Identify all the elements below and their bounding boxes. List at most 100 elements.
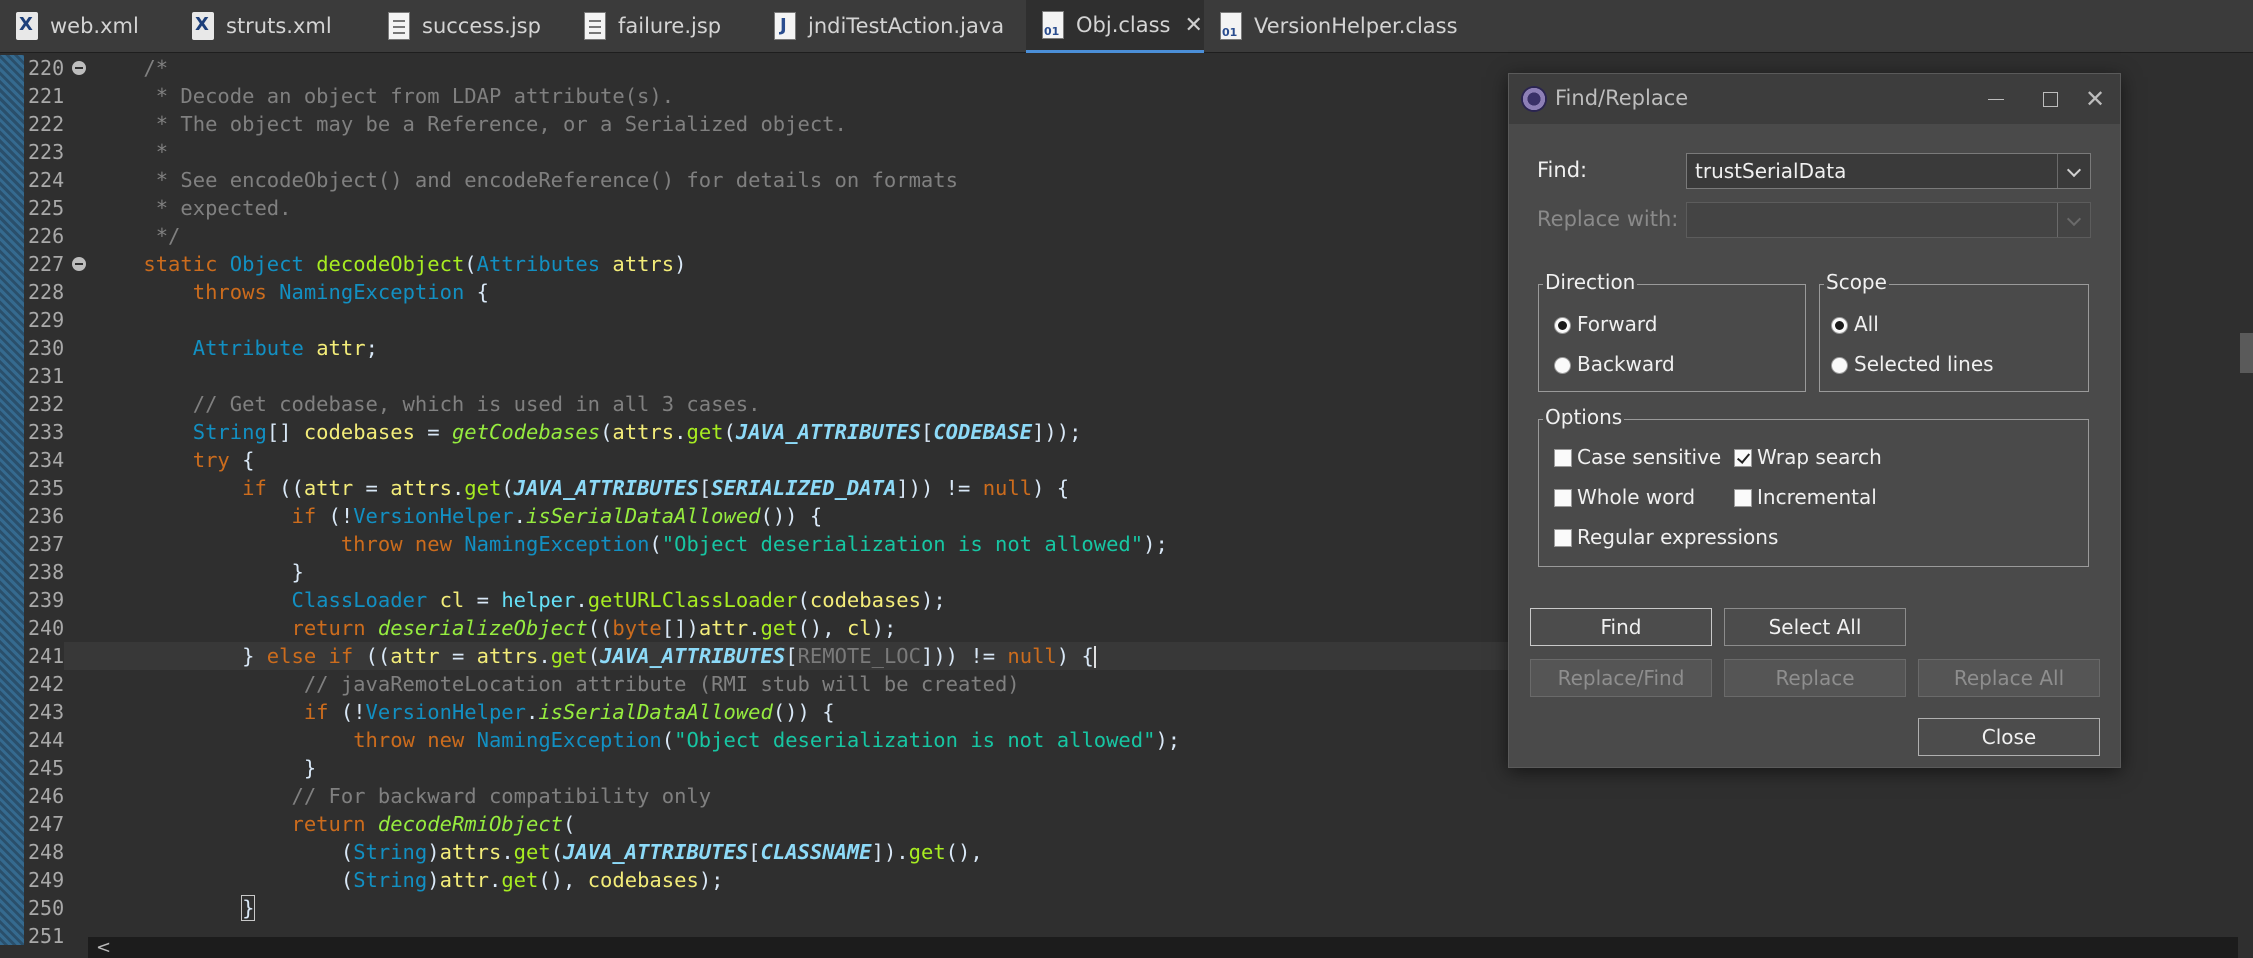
code-token: * expected. [94,196,292,220]
regex-checkbox[interactable] [1554,529,1572,547]
tab-web-xml[interactable]: web.xml [0,0,176,52]
replace-button[interactable]: Replace [1724,659,1906,697]
code-token: ()) { [760,504,823,528]
code-token: = [414,420,452,444]
minimize-icon[interactable] [1975,82,2015,116]
whole-word-checkbox[interactable] [1554,489,1572,507]
code-token: JAVA_ATTRIBUTES [513,476,699,500]
code-token: */ [94,224,181,248]
code-token: } [241,895,256,921]
forward-label[interactable]: Forward [1577,312,1657,336]
tab-success-jsp[interactable]: success.jsp [372,0,568,52]
incremental-label[interactable]: Incremental [1757,485,1877,509]
scope-all-label[interactable]: All [1854,312,1879,336]
tab-struts-xml[interactable]: struts.xml [176,0,372,52]
find-button[interactable]: Find [1530,608,1712,646]
code-token: VersionHelper [353,504,514,528]
close-icon[interactable]: ✕ [1185,13,1203,38]
code-token: ); [698,868,724,892]
code-token: NamingException [279,280,465,304]
code-token: isSerialDataAllowed [538,700,773,724]
code-token: get [550,644,588,668]
fold-collapse-icon[interactable] [72,257,86,271]
selected-lines-label[interactable]: Selected lines [1854,352,1994,376]
chevron-down-icon[interactable] [2057,154,2090,188]
backward-radio[interactable] [1554,357,1571,374]
code-token: { [229,448,255,472]
code-line[interactable]: return decodeRmiObject( [94,810,2054,838]
code-token: if [328,644,354,668]
code-token: = [439,644,477,668]
xml-file-icon [16,12,38,40]
code-token: REMOTE_LOC [797,644,921,668]
wrap-search-label[interactable]: Wrap search [1757,445,1882,469]
text-cursor [1093,646,1096,668]
code-line[interactable]: // For backward compatibility only [94,782,2054,810]
selected-lines-radio[interactable] [1831,357,1848,374]
direction-group-title: Direction [1543,270,1638,294]
line-number: 244 [28,728,65,752]
tab-failure-jsp[interactable]: failure.jsp [568,0,758,52]
code-token: [ [698,476,712,500]
replace-with-input[interactable] [1686,202,2091,238]
vertical-scrollbar-thumb[interactable] [2240,333,2253,373]
select-all-button[interactable]: Select All [1724,608,1906,646]
code-token: . [451,476,465,500]
code-line[interactable]: (String)attr.get(), codebases); [94,866,2054,894]
code-token: = [464,588,502,612]
find-input[interactable]: trustSerialData [1686,153,2091,189]
replace-find-button[interactable]: Replace/Find [1530,659,1712,697]
tab-label: jndiTestAction.java [808,14,1005,38]
case-sensitive-label[interactable]: Case sensitive [1577,445,1721,469]
case-sensitive-checkbox[interactable] [1554,449,1572,467]
tab-obj-class[interactable]: Obj.class ✕ [1026,0,1204,53]
forward-radio[interactable] [1554,317,1571,334]
code-token: . [488,868,502,892]
close-button[interactable]: Close [1918,718,2100,756]
code-token: null [1007,644,1057,668]
code-token: (! [328,700,366,724]
line-number: 245 [28,756,65,780]
code-token: ( [94,868,354,892]
code-token: } [94,644,267,668]
scope-group: Scope All Selected lines [1819,270,2089,392]
code-token: . [748,616,761,640]
tab-versionhelper-class[interactable]: VersionHelper.class [1204,0,1464,52]
dialog-title-bar[interactable]: Find/Replace ✕ [1509,74,2120,124]
maximize-icon[interactable] [2029,82,2069,116]
code-token: (( [587,616,613,640]
replace-all-button[interactable]: Replace All [1918,659,2100,697]
line-number: 238 [28,560,65,584]
regex-label[interactable]: Regular expressions [1577,525,1778,549]
code-token: else [266,644,317,668]
code-token: isSerialDataAllowed [526,504,761,528]
wrap-search-checkbox[interactable] [1734,449,1752,467]
code-line[interactable]: (String)attrs.get(JAVA_ATTRIBUTES[CLASSN… [94,838,2054,866]
code-token: (), [538,868,588,892]
tab-jnditestaction-java[interactable]: jndiTestAction.java [758,0,1026,52]
scroll-left-icon[interactable]: < [96,937,111,958]
vertical-scrollbar[interactable] [2240,55,2253,935]
scope-all-radio[interactable] [1831,317,1848,334]
backward-label[interactable]: Backward [1577,352,1675,376]
fold-collapse-icon[interactable] [72,61,86,75]
code-token: attrs [612,420,675,444]
code-token: ) [427,840,440,864]
code-line[interactable]: } [94,894,2054,922]
chevron-down-icon[interactable] [2057,203,2090,237]
whole-word-label[interactable]: Whole word [1577,485,1695,509]
code-token: ( [587,644,601,668]
code-token: * [94,140,169,164]
incremental-checkbox[interactable] [1734,489,1752,507]
close-icon[interactable]: ✕ [2075,82,2115,116]
line-number: 236 [28,504,65,528]
code-token: null [982,476,1033,500]
horizontal-scrollbar[interactable]: < [88,937,2238,958]
direction-group: Direction Forward Backward [1538,270,1806,392]
code-token: throws [192,280,267,304]
